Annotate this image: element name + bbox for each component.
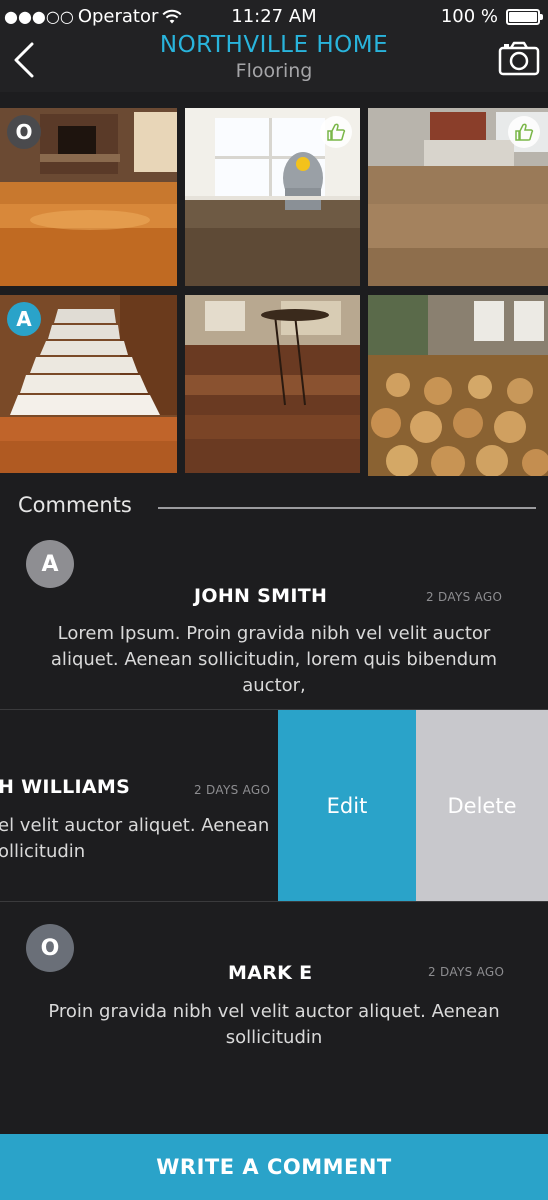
avatar: A [26, 540, 74, 588]
thumbs-up-icon [327, 123, 346, 141]
photo-5[interactable] [185, 295, 360, 473]
comment-body-line: ollicitudin [0, 841, 86, 862]
owner-badge: O [7, 115, 41, 149]
comment-timestamp: 2 DAYS AGO [428, 965, 505, 979]
photo-1[interactable]: O [0, 108, 177, 286]
thumbs-up-icon [515, 123, 534, 141]
comment-content: H WILLIAMS 2 DAYS AGO el velit auctor al… [0, 710, 278, 901]
comment-divider [0, 901, 548, 902]
comment-body-line: aliquet. Aenean sollicitudin, lorem quis… [50, 649, 498, 670]
flooring-photo [368, 295, 548, 476]
photo-gallery: O A [0, 108, 548, 476]
comment-timestamp: 2 DAYS AGO [194, 783, 271, 797]
flooring-photo [185, 295, 360, 473]
comment-item: A JOHN SMITH 2 DAYS AGO Lorem Ipsum. Pro… [0, 538, 548, 710]
comment-body-line: auctor, [242, 675, 306, 696]
write-comment-button[interactable]: WRITE A COMMENT [0, 1134, 548, 1200]
comment-author: MARK E [228, 962, 313, 984]
comment-body-line: el velit auctor aliquet. Aenean [0, 815, 270, 836]
edit-button[interactable]: Edit [278, 710, 416, 901]
photo-6[interactable] [368, 295, 548, 476]
page-title: NORTHVILLE HOME [159, 32, 389, 58]
comment-body: el velit auctor aliquet. Aenean ollicitu… [0, 813, 278, 865]
status-bar: ●●●○○ Operator 11:27 AM 100 % [0, 0, 548, 34]
comment-item-swiped[interactable]: H WILLIAMS 2 DAYS AGO el velit auctor al… [0, 710, 548, 901]
comment-item: O MARK E 2 DAYS AGO Proin gravida nibh v… [0, 922, 548, 1062]
comment-author: H WILLIAMS [0, 776, 131, 798]
camera-icon [498, 41, 540, 76]
owner-badge: A [7, 302, 41, 336]
avatar: O [26, 924, 74, 972]
battery-percent: 100 % [440, 6, 498, 27]
photo-4[interactable]: A [0, 295, 177, 473]
comment-body-line: Proin gravida nibh vel velit auctor aliq… [48, 1001, 500, 1022]
comments-divider [158, 507, 536, 509]
photo-2[interactable] [185, 108, 360, 286]
comment-body: Lorem Ipsum. Proin gravida nibh vel veli… [20, 621, 528, 699]
photo-3[interactable] [368, 108, 548, 286]
comments-header: Comments [18, 493, 132, 517]
comment-body-line: sollicitudin [225, 1027, 323, 1048]
delete-button[interactable]: Delete [416, 710, 548, 901]
comment-body: Proin gravida nibh vel velit auctor aliq… [20, 999, 528, 1051]
camera-button[interactable] [498, 40, 540, 76]
comment-timestamp: 2 DAYS AGO [426, 590, 503, 604]
page-subtitle: Flooring [235, 60, 313, 82]
like-badge[interactable] [320, 116, 352, 148]
battery-icon [506, 8, 543, 25]
like-badge[interactable] [508, 116, 540, 148]
comment-body-line: Lorem Ipsum. Proin gravida nibh vel veli… [57, 623, 491, 644]
status-right: 100 % [440, 6, 543, 27]
nav-bar: NORTHVILLE HOME Flooring [0, 32, 548, 92]
comment-author: JOHN SMITH [194, 585, 328, 607]
